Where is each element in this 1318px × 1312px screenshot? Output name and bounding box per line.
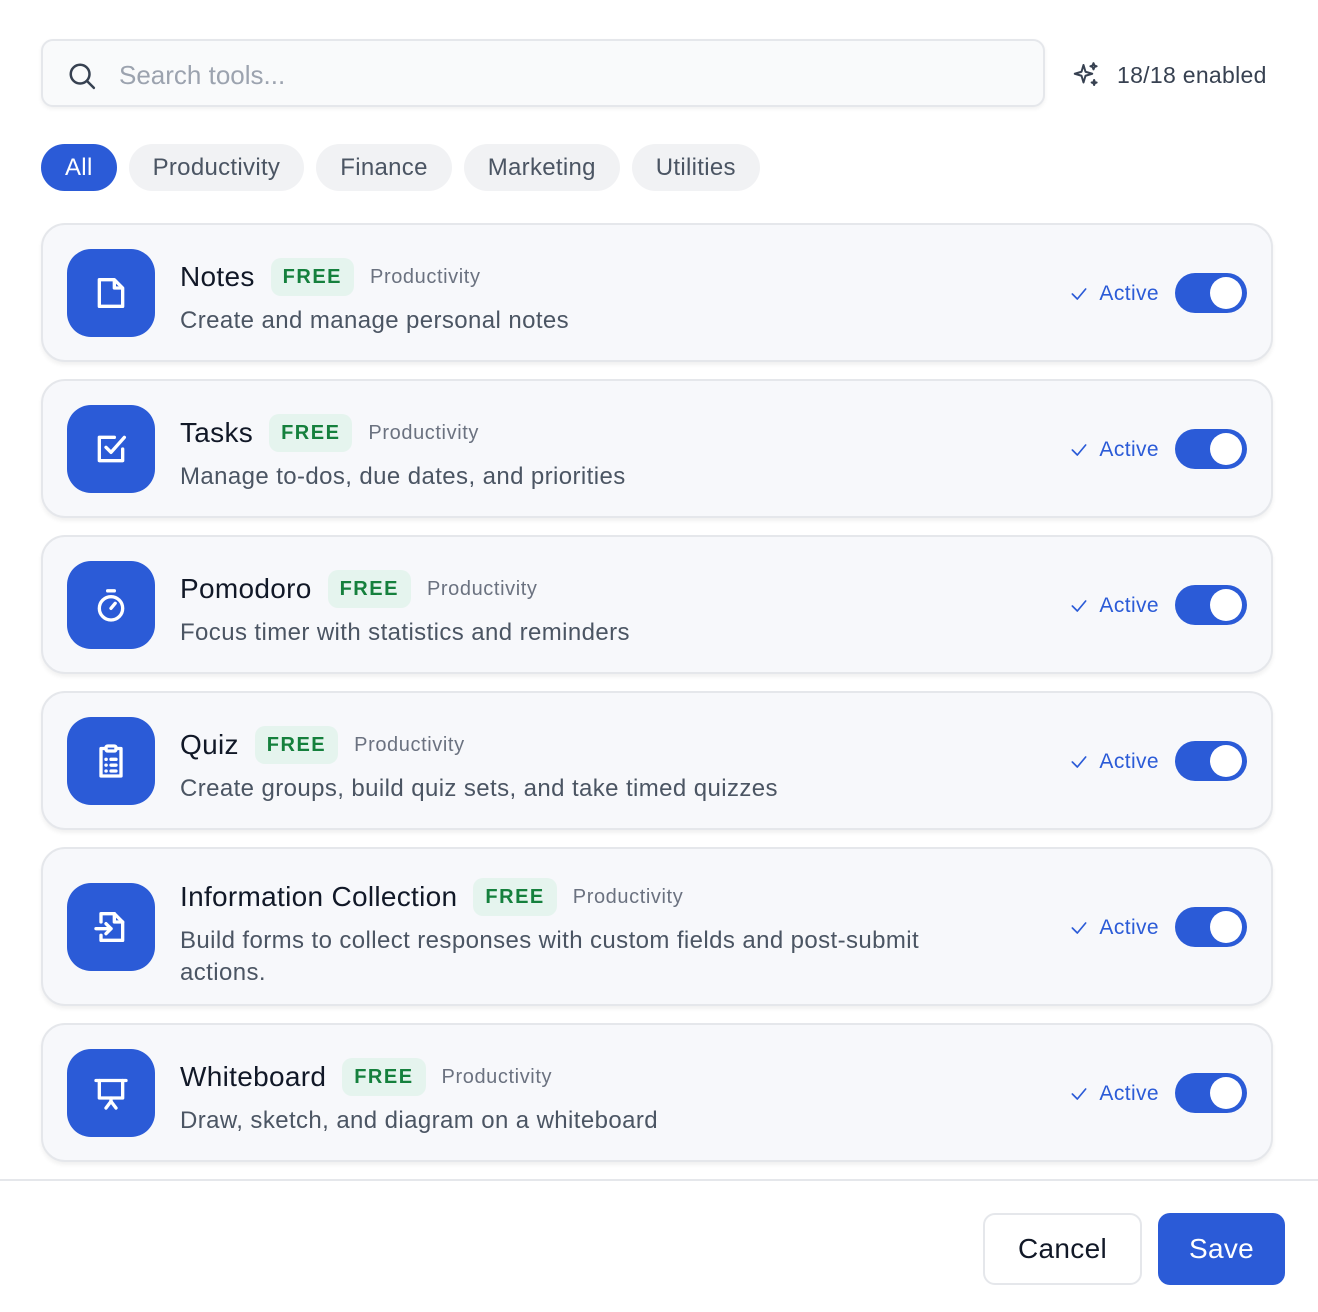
tool-card-information-collection: Information Collection FREE Productivity… xyxy=(41,847,1273,1006)
status-label: Active xyxy=(1099,282,1159,305)
check-icon xyxy=(1071,444,1087,456)
tool-name: Information Collection xyxy=(180,881,458,912)
tool-info: Whiteboard FREE Productivity Draw, sketc… xyxy=(180,1057,961,1137)
tool-name: Quiz xyxy=(180,729,239,760)
save-button[interactable]: Save xyxy=(1158,1213,1285,1285)
tool-info: Tasks FREE Productivity Manage to-dos, d… xyxy=(180,413,961,493)
tool-description: Create and manage personal notes xyxy=(180,307,570,334)
toggle-pomodoro[interactable] xyxy=(1175,585,1247,625)
status-label: Active xyxy=(1099,1082,1159,1105)
status-label: Active xyxy=(1099,594,1159,617)
cancel-button[interactable]: Cancel xyxy=(983,1213,1142,1285)
sparkle-icon xyxy=(1073,62,1098,86)
check-icon xyxy=(1071,600,1087,612)
check-icon xyxy=(1071,1088,1087,1100)
filter-finance[interactable]: Finance xyxy=(316,144,452,191)
tool-card-notes: Notes FREE Productivity Create and manag… xyxy=(41,223,1273,362)
tool-category: Productivity xyxy=(368,421,479,444)
toggle-tasks[interactable] xyxy=(1175,429,1247,469)
filter-marketing[interactable]: Marketing xyxy=(463,144,620,191)
tool-info: Information Collection FREE Productivity… xyxy=(180,877,961,989)
free-badge: FREE xyxy=(270,258,354,296)
enabled-status: 18/18 enabled xyxy=(1071,57,1267,93)
check-icon xyxy=(1071,922,1087,934)
toolbar: 18/18 enabled xyxy=(41,39,1273,111)
active-status: Active xyxy=(1069,438,1159,462)
free-badge: FREE xyxy=(473,878,557,916)
tool-description: Build forms to collect responses with cu… xyxy=(180,927,920,986)
tool-name: Pomodoro xyxy=(180,573,312,604)
tool-name: Notes xyxy=(180,261,255,292)
clipboard-list-icon xyxy=(99,744,123,778)
free-badge: FREE xyxy=(254,726,339,764)
tool-category: Productivity xyxy=(354,733,465,756)
active-status: Active xyxy=(1069,916,1159,940)
active-status: Active xyxy=(1069,1082,1159,1106)
tool-category: Productivity xyxy=(370,265,481,288)
filter-productivity[interactable]: Productivity xyxy=(128,144,305,191)
toggle-whiteboard[interactable] xyxy=(1175,1073,1247,1113)
status-label: Active xyxy=(1099,750,1159,773)
tool-category: Productivity xyxy=(572,885,684,908)
tool-category: Productivity xyxy=(426,577,538,600)
check-icon xyxy=(1071,756,1087,768)
filter-utilities[interactable]: Utilities xyxy=(631,144,760,191)
toggle-information-collection[interactable] xyxy=(1175,907,1247,947)
tool-category: Productivity xyxy=(441,1065,553,1088)
tool-description: Draw, sketch, and diagram on a whiteboar… xyxy=(180,1107,658,1134)
checkbox-icon xyxy=(97,435,127,463)
tool-info: Notes FREE Productivity Create and manag… xyxy=(180,257,961,337)
tool-icon-tile xyxy=(67,717,155,805)
free-badge: FREE xyxy=(327,570,411,608)
active-status: Active xyxy=(1069,750,1159,774)
search-icon xyxy=(69,63,96,90)
free-badge: FREE xyxy=(342,1058,426,1096)
note-icon xyxy=(97,278,125,308)
footer-divider xyxy=(0,1179,1318,1181)
tool-icon-tile xyxy=(67,405,155,493)
tool-icon-tile xyxy=(67,883,155,971)
toggle-notes[interactable] xyxy=(1175,273,1247,313)
presentation-icon xyxy=(94,1078,128,1110)
tool-card-tasks: Tasks FREE Productivity Manage to-dos, d… xyxy=(41,379,1273,518)
tool-description: Manage to-dos, due dates, and priorities xyxy=(180,463,626,490)
tool-card-quiz: Quiz FREE Productivity Create groups, bu… xyxy=(41,691,1273,830)
file-import-icon xyxy=(94,912,125,942)
tool-info: Quiz FREE Productivity Create groups, bu… xyxy=(180,725,961,805)
tool-icon-tile xyxy=(67,561,155,649)
tool-description: Focus timer with statistics and reminder… xyxy=(180,619,630,646)
tool-icon-tile xyxy=(67,249,155,337)
timer-icon xyxy=(97,589,125,622)
category-filters: All Productivity Finance Marketing Utili… xyxy=(41,144,760,191)
active-status: Active xyxy=(1069,594,1159,618)
tool-description: Create groups, build quiz sets, and take… xyxy=(180,775,778,802)
tool-name: Tasks xyxy=(180,417,254,448)
tool-card-whiteboard: Whiteboard FREE Productivity Draw, sketc… xyxy=(41,1023,1273,1162)
status-label: Active xyxy=(1099,438,1159,461)
search-input[interactable] xyxy=(117,53,1021,97)
enabled-count: 18/18 enabled xyxy=(1117,61,1267,88)
tool-icon-tile xyxy=(67,1049,155,1137)
active-status: Active xyxy=(1069,282,1159,306)
check-icon xyxy=(1071,288,1087,300)
tool-info: Pomodoro FREE Productivity Focus timer w… xyxy=(180,569,961,649)
free-badge: FREE xyxy=(269,414,353,452)
filter-all[interactable]: All xyxy=(41,144,117,191)
search-box[interactable] xyxy=(41,39,1045,107)
tool-name: Whiteboard xyxy=(180,1061,327,1092)
toggle-quiz[interactable] xyxy=(1175,741,1247,781)
status-label: Active xyxy=(1099,916,1159,939)
tool-card-pomodoro: Pomodoro FREE Productivity Focus timer w… xyxy=(41,535,1273,674)
